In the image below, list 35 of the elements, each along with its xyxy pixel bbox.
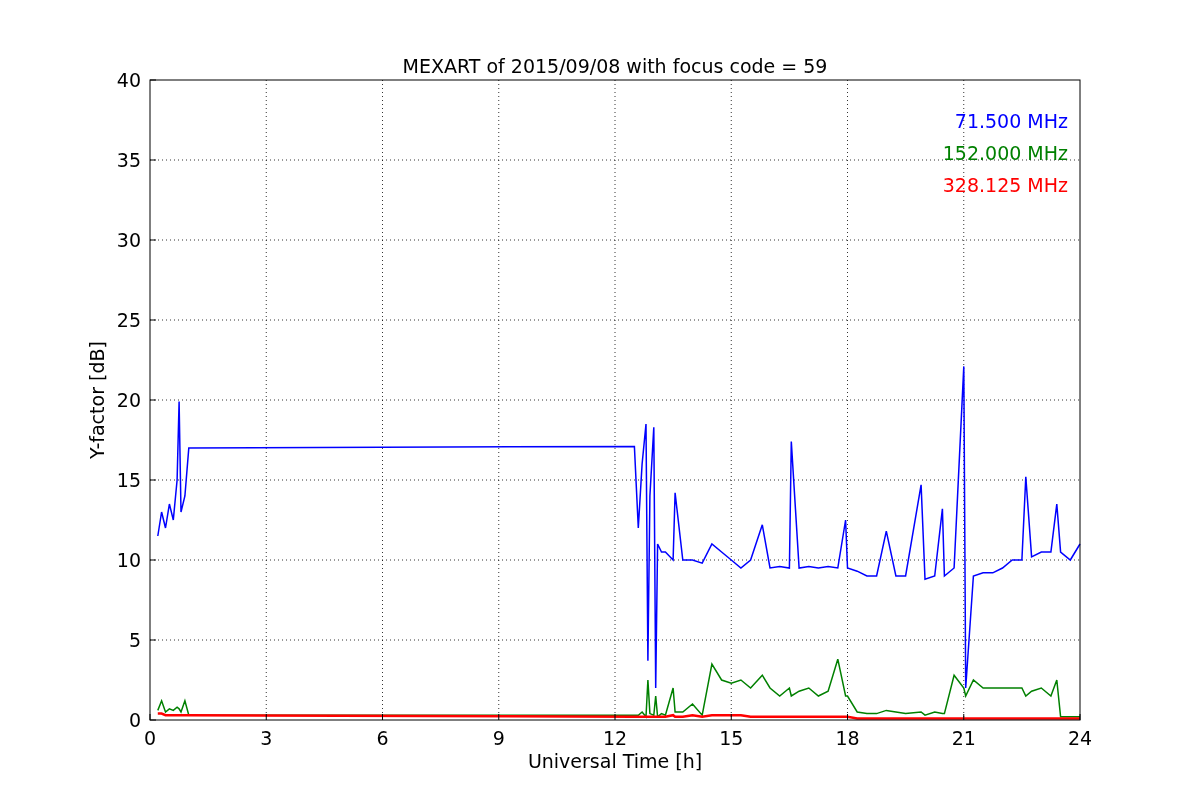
- y-tick-mark: [149, 239, 157, 241]
- y-tick-mark: [149, 479, 157, 481]
- y-tick-mark: [149, 79, 157, 81]
- y-tick-mark: [149, 639, 157, 641]
- y-tick-mark: [149, 559, 157, 561]
- legend-label: 328.125 MHz: [942, 174, 1068, 196]
- y-tick-mark: [149, 719, 157, 721]
- y-tick-mark: [149, 319, 157, 321]
- y-tick-label: 30: [116, 229, 141, 251]
- y-axis-label: Y-factor [dB]: [86, 341, 108, 459]
- x-tick-label: 15: [719, 727, 744, 749]
- x-tick-mark: [149, 713, 151, 721]
- x-tick-label: 21: [951, 727, 976, 749]
- x-tick-label: 12: [602, 727, 628, 749]
- x-axis-label: Universal Time [h]: [527, 750, 703, 772]
- y-tick-mark: [149, 399, 157, 401]
- x-tick-label: 3: [260, 727, 273, 749]
- x-tick-label: 18: [835, 727, 860, 749]
- x-tick-label: 6: [376, 727, 389, 749]
- chart-title: MEXART of 2015/09/08 with focus code = 59: [402, 55, 828, 77]
- y-tick-label: 0: [128, 709, 141, 731]
- x-tick-label: 9: [492, 727, 505, 749]
- x-tick-mark: [1079, 713, 1081, 721]
- y-tick-label: 20: [116, 389, 141, 411]
- y-tick-label: 40: [116, 69, 141, 91]
- y-tick-label: 15: [116, 469, 141, 491]
- y-tick-label: 10: [116, 549, 141, 571]
- y-tick-label: 5: [128, 629, 141, 651]
- legend-label: 71.500 MHz: [954, 110, 1068, 132]
- legend-label: 152.000 MHz: [942, 142, 1068, 164]
- y-tick-label: 25: [116, 309, 141, 331]
- y-tick-mark: [149, 159, 157, 161]
- y-tick-label: 35: [116, 149, 141, 171]
- x-tick-label: 0: [143, 727, 157, 749]
- x-tick-label: 24: [1067, 727, 1093, 749]
